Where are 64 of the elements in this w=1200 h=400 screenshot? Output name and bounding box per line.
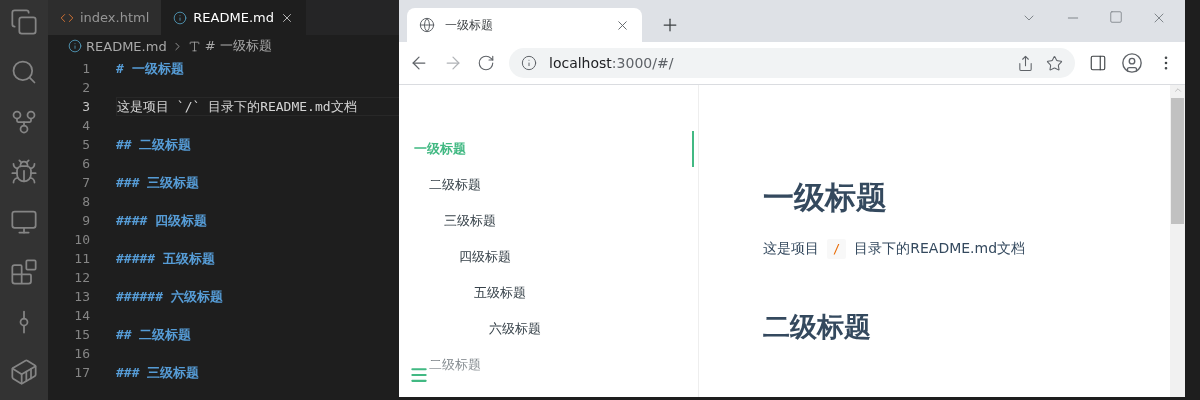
line-number: 4 bbox=[81, 118, 90, 133]
line-number: 17 bbox=[73, 365, 90, 380]
bug-icon[interactable] bbox=[10, 158, 38, 186]
toc-link[interactable]: 二级标题 bbox=[399, 347, 694, 383]
paragraph-text: 这是项目 bbox=[763, 240, 819, 258]
line-number: 14 bbox=[73, 308, 90, 323]
code-line: ## 二级标题 bbox=[116, 325, 192, 344]
toc-link[interactable]: 四级标题 bbox=[399, 239, 694, 275]
code-line: # 一级标题 bbox=[116, 59, 184, 78]
toc-link[interactable]: 二级标题 bbox=[399, 167, 694, 203]
line-number: 13 bbox=[73, 289, 90, 304]
line-number: 16 bbox=[73, 346, 90, 361]
page-heading: 一级标题 bbox=[763, 178, 888, 217]
line-number: 11 bbox=[73, 251, 90, 266]
line-number: 5 bbox=[81, 137, 90, 152]
line-number: 8 bbox=[81, 194, 90, 209]
info-icon bbox=[173, 10, 188, 25]
share-icon[interactable] bbox=[1017, 54, 1034, 72]
container-icon[interactable] bbox=[10, 358, 38, 386]
star-icon[interactable] bbox=[1046, 54, 1063, 72]
line-number: 6 bbox=[81, 156, 90, 171]
code-line: ###### 六级标题 bbox=[116, 287, 223, 306]
code-line: ##### 五级标题 bbox=[116, 249, 215, 268]
line-number: 9 bbox=[81, 213, 90, 228]
scrollbar[interactable] bbox=[1170, 85, 1185, 397]
code-line: ## 二级标题 bbox=[116, 135, 192, 154]
text-icon bbox=[187, 39, 201, 53]
code-line: 这是项目 `/` 目录下的README.md文档 bbox=[117, 97, 357, 116]
section-heading: 二级标题 bbox=[763, 310, 872, 344]
line-number: 10 bbox=[73, 232, 90, 247]
toc-link[interactable]: 五级标题 bbox=[399, 275, 694, 311]
profile-icon[interactable] bbox=[1121, 52, 1143, 74]
blocks-icon[interactable] bbox=[10, 258, 38, 286]
editor-tab[interactable]: index.html bbox=[48, 0, 162, 35]
code-line: #### 四级标题 bbox=[116, 211, 208, 230]
maximize-icon[interactable] bbox=[1109, 10, 1123, 24]
breadcrumb-item[interactable]: README.md bbox=[86, 38, 167, 54]
inline-code: / bbox=[827, 239, 847, 259]
info-icon bbox=[68, 39, 82, 53]
paragraph-text: 目录下的README.md文档 bbox=[854, 240, 1026, 258]
info-icon bbox=[521, 55, 537, 71]
branch-icon[interactable] bbox=[10, 108, 38, 136]
menu-icon[interactable] bbox=[409, 365, 429, 385]
reload-icon[interactable] bbox=[477, 54, 495, 72]
search-icon[interactable] bbox=[10, 58, 38, 86]
tab-title: 一级标题 bbox=[445, 16, 494, 34]
breadcrumb-item[interactable]: # 一级标题 bbox=[204, 37, 272, 55]
toc-link[interactable]: 三级标题 bbox=[399, 203, 694, 239]
globe-icon bbox=[419, 17, 435, 33]
line-number: 15 bbox=[73, 327, 90, 342]
browser-tab[interactable]: 一级标题 bbox=[407, 8, 642, 42]
line-number: 1 bbox=[81, 61, 90, 76]
line-number: 2 bbox=[81, 80, 90, 95]
files-icon[interactable] bbox=[10, 8, 38, 36]
code-line: ### 三级标题 bbox=[116, 173, 200, 192]
line-number: 3 bbox=[81, 99, 90, 114]
address-bar[interactable]: localhost:3000/#/ bbox=[509, 48, 1075, 78]
editor-tab[interactable]: README.md bbox=[161, 0, 306, 35]
side-panel-icon[interactable] bbox=[1089, 54, 1107, 72]
line-number: 7 bbox=[81, 175, 90, 190]
code-line: ### 三级标题 bbox=[116, 363, 200, 382]
toc-link[interactable]: 六级标题 bbox=[399, 311, 694, 347]
monitor-icon[interactable] bbox=[10, 208, 38, 236]
line-number: 12 bbox=[73, 270, 90, 285]
